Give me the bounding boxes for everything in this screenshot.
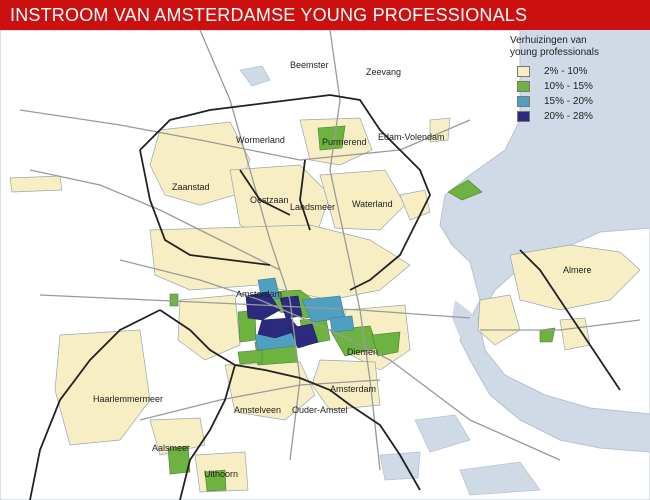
- legend-item: 2% - 10%: [510, 65, 645, 78]
- label-aalsmeer: Aalsmeer: [152, 443, 190, 453]
- label-amsterdam: Amsterdam: [330, 384, 376, 394]
- legend-swatch: [517, 66, 530, 77]
- legend-item: 20% - 28%: [510, 110, 645, 123]
- page: INSTROOM VAN AMSTERDAMSE YOUNG PROFESSIO…: [0, 0, 650, 500]
- legend: Verhuizingen van young professionals 2% …: [510, 35, 645, 125]
- label-beemster: Beemster: [290, 60, 329, 70]
- legend-items: 2% - 10% 10% - 15% 15% - 20% 20% - 28%: [510, 65, 645, 123]
- legend-swatch: [517, 96, 530, 107]
- map-title: INSTROOM VAN AMSTERDAMSE YOUNG PROFESSIO…: [10, 5, 528, 25]
- title-bar: INSTROOM VAN AMSTERDAMSE YOUNG PROFESSIO…: [0, 0, 650, 30]
- legend-label: 2% - 10%: [544, 66, 588, 77]
- label-ouder-amstel: Ouder-Amstel: [292, 405, 348, 415]
- label-zaanstad: Zaanstad: [172, 182, 210, 192]
- label-haarlemmermeer: Haarlemmermeer: [93, 394, 163, 404]
- label-amsterdam-center: Amsterdam: [236, 289, 282, 299]
- legend-item: 10% - 15%: [510, 80, 645, 93]
- legend-swatch: [517, 81, 530, 92]
- label-purmerend: Purmerend: [322, 137, 367, 147]
- label-landsmeer: Landsmeer: [290, 202, 335, 212]
- label-wormerland: Wormerland: [236, 135, 285, 145]
- legend-label: 15% - 20%: [544, 96, 593, 107]
- legend-swatch: [517, 111, 530, 122]
- label-edam-volendam: Edam-Volendam: [378, 132, 445, 142]
- label-oostzaan: Oostzaan: [250, 195, 289, 205]
- legend-label: 10% - 15%: [544, 81, 593, 92]
- legend-title-line-2: young professionals: [510, 47, 599, 58]
- label-diemen: Diemen: [347, 347, 378, 357]
- legend-label: 20% - 28%: [544, 111, 593, 122]
- legend-title-line-1: Verhuizingen van: [510, 35, 587, 46]
- label-amstelveen: Amstelveen: [234, 405, 281, 415]
- label-almere: Almere: [563, 265, 592, 275]
- label-zeevang: Zeevang: [366, 67, 401, 77]
- legend-title: Verhuizingen van young professionals: [510, 35, 645, 59]
- label-waterland: Waterland: [352, 199, 393, 209]
- legend-item: 15% - 20%: [510, 95, 645, 108]
- label-uithoorn: Uithoorn: [204, 469, 238, 479]
